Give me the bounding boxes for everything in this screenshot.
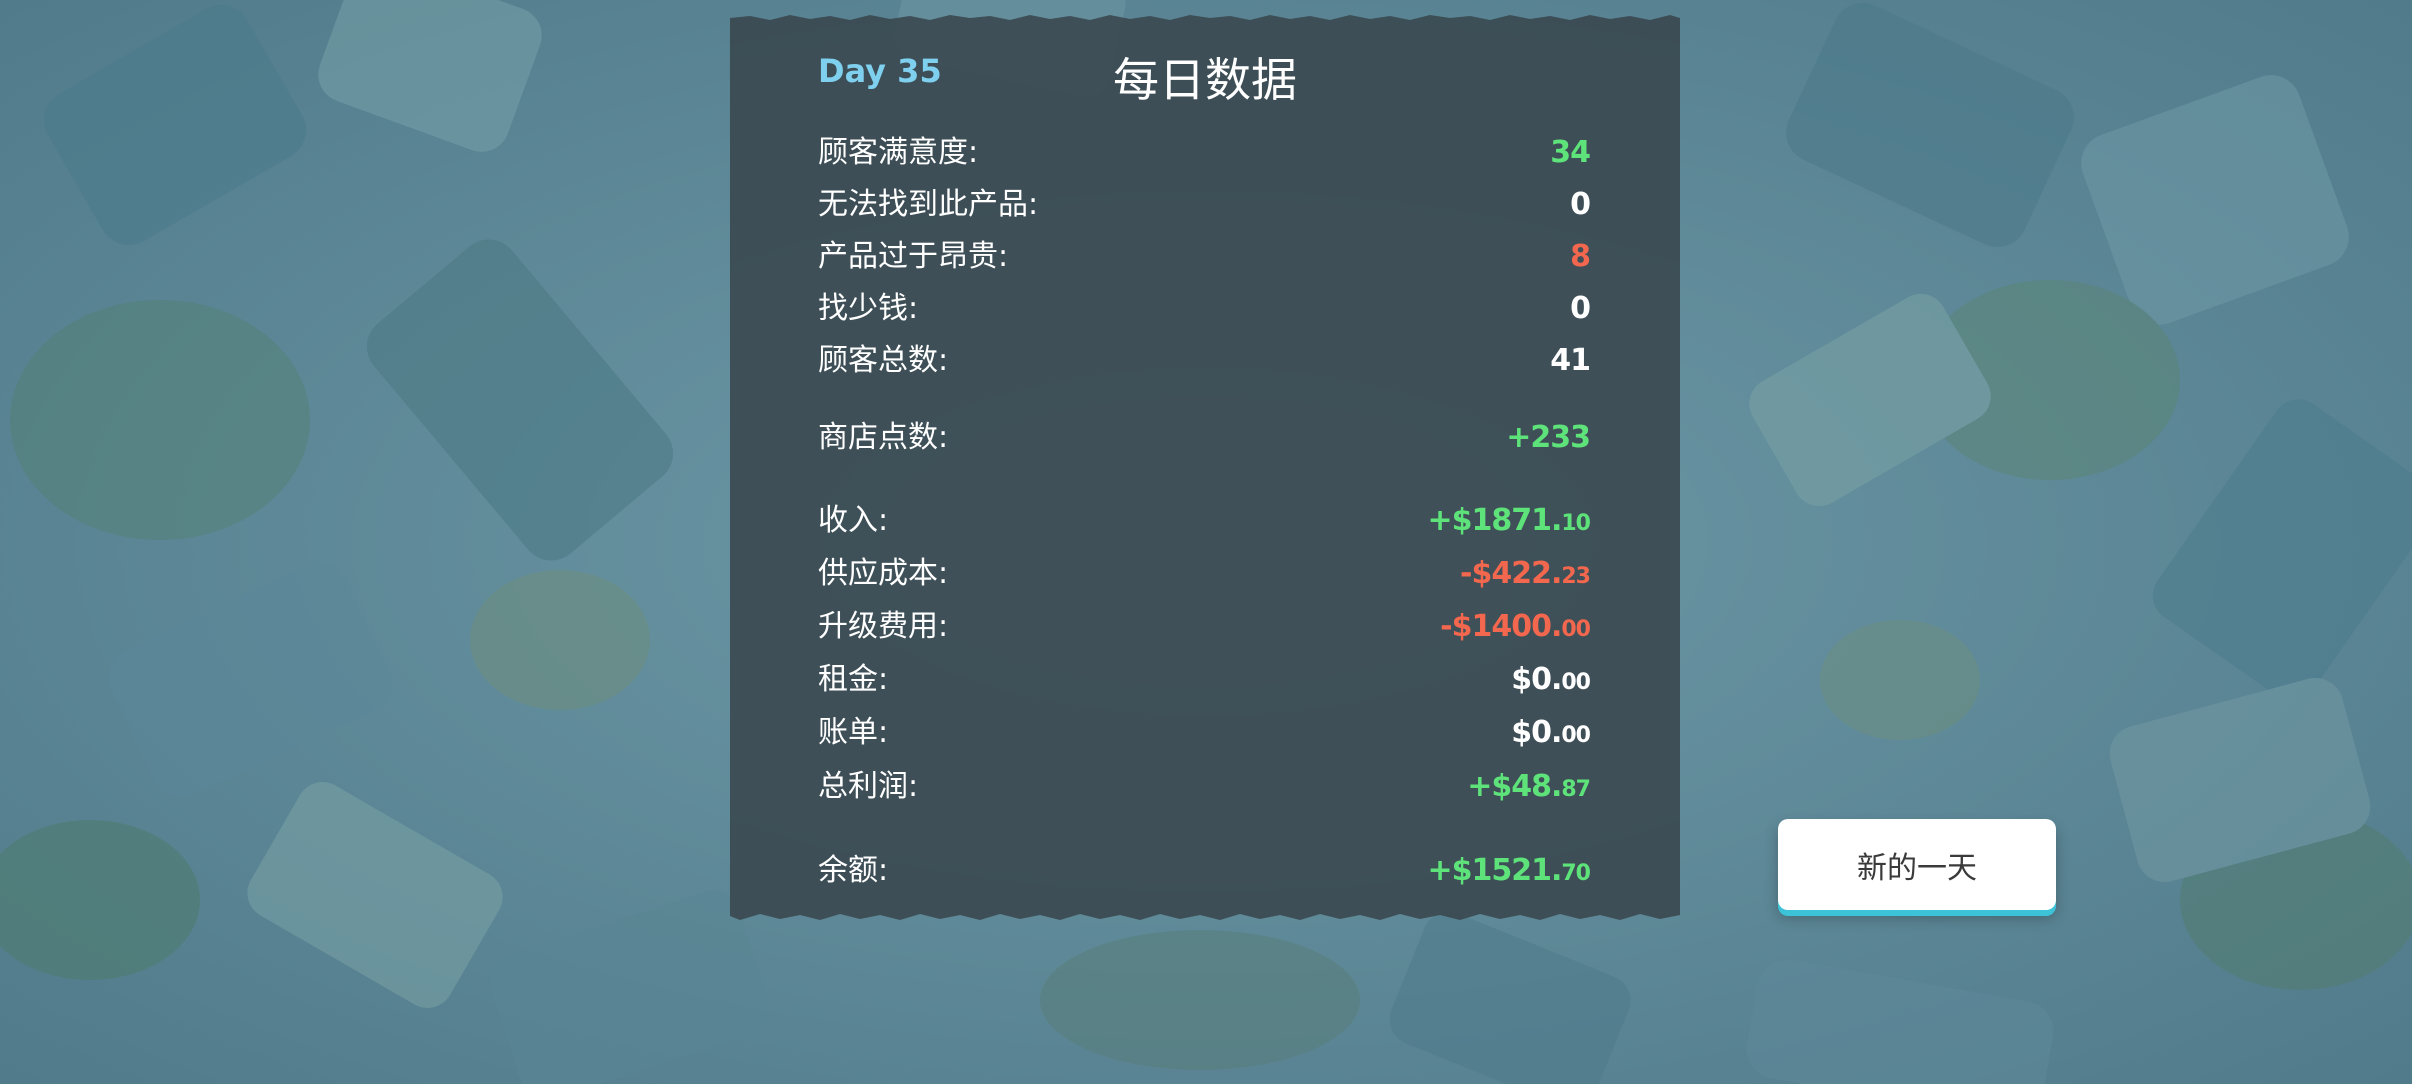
- stat-value-main: +$1871.: [1427, 503, 1562, 538]
- stat-label: 总利润:: [818, 769, 919, 804]
- stat-row: 收入: +$1871.10: [818, 498, 1591, 547]
- stat-value: 8: [1570, 234, 1591, 280]
- stat-value: +233: [1506, 415, 1591, 461]
- stat-value: -$1400.00: [1440, 604, 1591, 653]
- stat-value-main: 0: [1570, 291, 1591, 326]
- stat-value-main: +233: [1506, 420, 1591, 455]
- stat-value-main: 41: [1550, 343, 1591, 378]
- stat-value-main: +$48.: [1467, 769, 1562, 804]
- stat-label: 顾客总数:: [818, 343, 949, 378]
- stat-value-main: 8: [1570, 239, 1591, 274]
- stat-value: 34: [1550, 130, 1591, 176]
- stat-label: 账单:: [818, 715, 889, 750]
- stat-row: 找少钱: 0: [818, 286, 1591, 332]
- stat-value: $0.00: [1511, 657, 1591, 706]
- stat-value-main: -$1400.: [1440, 609, 1562, 644]
- stat-value: 0: [1570, 182, 1591, 228]
- stat-row: 产品过于昂贵: 8: [818, 234, 1591, 280]
- stat-value-cents: 00: [1561, 723, 1591, 748]
- stat-row: 顾客总数: 41: [818, 338, 1591, 384]
- stat-label: 供应成本:: [818, 556, 949, 591]
- stat-row: 总利润: +$48.87: [818, 764, 1591, 813]
- stat-value-main: +$1521.: [1427, 853, 1562, 888]
- stat-label: 商店点数:: [818, 420, 949, 455]
- stat-value-cents: 70: [1561, 861, 1591, 886]
- stat-value-main: -$422.: [1460, 556, 1562, 591]
- stat-value-main: 34: [1550, 135, 1591, 170]
- stat-label: 产品过于昂贵:: [818, 239, 1009, 274]
- stat-value-cents: 23: [1561, 564, 1591, 589]
- stat-value: +$1871.10: [1427, 498, 1591, 547]
- stat-value-cents: 00: [1561, 617, 1591, 642]
- stat-row: 账单: $0.00: [818, 710, 1591, 759]
- stat-label: 升级费用:: [818, 609, 949, 644]
- stat-label: 余额:: [818, 853, 889, 888]
- stat-value: +$1521.70: [1427, 848, 1591, 897]
- stat-value: 0: [1570, 286, 1591, 332]
- stat-row: 升级费用: -$1400.00: [818, 604, 1591, 653]
- stat-value-cents: 00: [1561, 670, 1591, 695]
- stat-row: 商店点数: +233: [818, 415, 1591, 461]
- stat-label: 顾客满意度:: [818, 135, 979, 170]
- stat-label: 找少钱:: [818, 291, 919, 326]
- stat-value: +$48.87: [1467, 764, 1591, 813]
- stat-row: 顾客满意度: 34: [818, 130, 1591, 176]
- new-day-button-label: 新的一天: [1857, 850, 1977, 886]
- stat-value: 41: [1550, 338, 1591, 384]
- stat-value: $0.00: [1511, 710, 1591, 759]
- stat-row: 供应成本: -$422.23: [818, 551, 1591, 600]
- stat-value-main: 0: [1570, 187, 1591, 222]
- stat-value-main: $0.: [1511, 662, 1562, 697]
- stat-value-cents: 87: [1561, 777, 1591, 802]
- stat-row: 租金: $0.00: [818, 657, 1591, 706]
- day-label: Day 35: [818, 52, 942, 90]
- new-day-button[interactable]: 新的一天: [1778, 819, 2056, 910]
- stat-row: 无法找到此产品: 0: [818, 182, 1591, 228]
- stat-value-cents: 10: [1561, 511, 1591, 536]
- report-title: 每日数据: [1113, 53, 1297, 107]
- daily-report-panel: Day 35 每日数据 顾客满意度: 34 无法找到此产品: 0 产品过于昂贵: 8 找少钱…: [730, 14, 1680, 921]
- stat-value-main: $0.: [1511, 715, 1562, 750]
- stat-label: 租金:: [818, 662, 889, 697]
- stat-row: 余额: +$1521.70: [818, 848, 1591, 897]
- stat-label: 无法找到此产品:: [818, 187, 1039, 222]
- stat-label: 收入:: [818, 503, 889, 538]
- stat-value: -$422.23: [1460, 551, 1591, 600]
